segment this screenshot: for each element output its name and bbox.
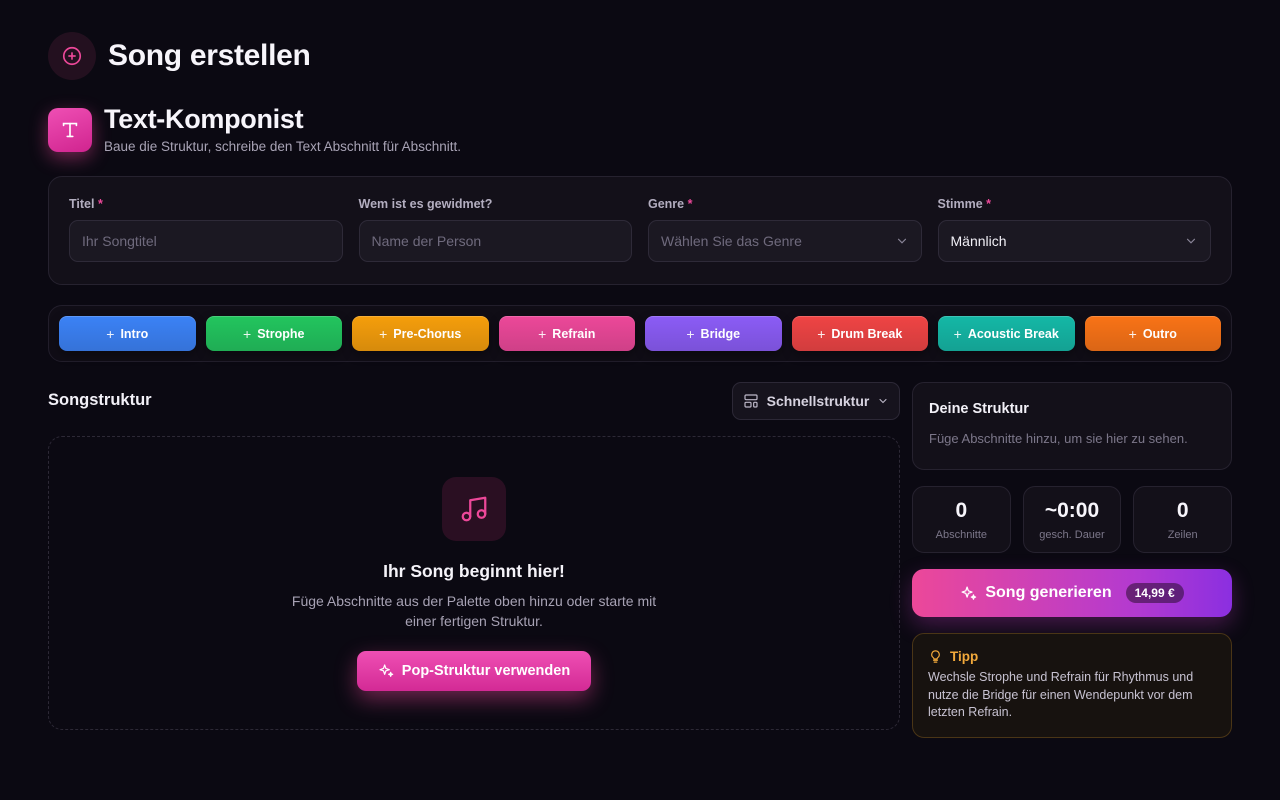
add-intro-button[interactable]: + Intro [59, 316, 196, 351]
voice-label: Stimme * [937, 197, 992, 211]
dedication-label: Wem ist es gewidmet? [358, 197, 493, 211]
use-pop-structure-button[interactable]: Pop-Struktur verwenden [357, 651, 591, 691]
add-acoustic-break-button[interactable]: + Acoustic Break [938, 316, 1075, 351]
plus-circle-icon [48, 32, 96, 80]
chevron-down-icon [1186, 238, 1196, 244]
stat-lines: 0 Zeilen [1133, 486, 1233, 553]
tip-text: Wechsle Strophe und Refrain für Rhythmus… [928, 670, 1194, 719]
quick-structure-label: Schnellstruktur [766, 393, 870, 409]
layout-template-icon [744, 394, 758, 408]
sparkles-icon [961, 585, 977, 600]
composer-subtitle: Baue die Struktur, schreibe den Text Abs… [104, 139, 461, 154]
genre-field: Genre * Wählen Sie das Genre [648, 197, 922, 264]
tip-title: Tipp [950, 649, 979, 664]
dedication-field: Wem ist es gewidmet? Name der Person [358, 197, 632, 264]
song-structure-title: Songstruktur [48, 391, 152, 409]
title-input[interactable]: Ihr Songtitel [69, 220, 343, 262]
stat-duration: ~0:00 gesch. Dauer [1022, 486, 1122, 553]
lightbulb-icon [931, 650, 940, 663]
stat-label: Abschnitte [935, 528, 988, 541]
chevron-down-icon [897, 238, 906, 244]
your-structure-panel: Deine Struktur Füge Abschnitte hinzu, um… [912, 382, 1232, 470]
quick-structure-dropdown[interactable]: Schnellstruktur [732, 382, 900, 420]
stats-row: 0 Abschnitte ~0:00 gesch. Dauer 0 Zeilen [912, 486, 1233, 553]
stat-label: gesch. Dauer [1039, 528, 1105, 541]
title-label: Titel * [69, 197, 103, 211]
generate-label: Song generieren [985, 584, 1112, 601]
composer-header: Text-Komponist Baue die Struktur, schrei… [48, 104, 461, 154]
stat-value: 0 [955, 498, 968, 522]
genre-select[interactable]: Wählen Sie das Genre [648, 220, 922, 262]
price-badge: 14,99 € [1125, 583, 1184, 603]
music-note-icon [442, 477, 506, 541]
add-strophe-button[interactable]: + Strophe [205, 316, 342, 351]
add-drum-break-button[interactable]: + Drum Break [791, 316, 928, 351]
dedication-input[interactable]: Name der Person [358, 220, 632, 262]
empty-state-title: Ihr Song beginnt hier! [383, 561, 565, 581]
page-title: Song erstellen [108, 39, 311, 72]
your-structure-title: Deine Struktur [929, 401, 1029, 417]
empty-state-text: Füge Abschnitte aus der Palette oben hin… [291, 593, 657, 629]
stat-value: 0 [1176, 498, 1189, 522]
structure-dropzone: Ihr Song beginnt hier! Füge Abschnitte a… [48, 436, 900, 730]
stat-value: ~0:00 [1044, 498, 1100, 522]
add-outro-button[interactable]: + Outro [1084, 316, 1221, 351]
song-details-form: Titel * Ihr Songtitel Wem ist es gewidme… [48, 176, 1232, 285]
sparkles-icon [379, 664, 394, 677]
add-bridge-button[interactable]: + Bridge [645, 316, 782, 351]
your-structure-hint: Füge Abschnitte hinzu, um sie hier zu se… [929, 431, 1188, 446]
title-field: Titel * Ihr Songtitel [69, 197, 343, 264]
pop-button-label: Pop-Struktur verwenden [401, 663, 571, 679]
composer-title: Text-Komponist [104, 104, 304, 134]
chevron-down-icon [879, 398, 887, 404]
text-icon [48, 108, 92, 152]
generate-song-button[interactable]: Song generieren 14,99 € [912, 569, 1232, 617]
tip-card: Tipp Wechsle Strophe und Refrain für Rhy… [912, 633, 1232, 738]
voice-select[interactable]: Männlich [937, 220, 1211, 262]
add-pre-chorus-button[interactable]: + Pre-Chorus [352, 316, 489, 351]
add-refrain-button[interactable]: + Refrain [498, 316, 635, 351]
genre-label: Genre * [648, 197, 693, 211]
page-header: Song erstellen [48, 32, 311, 80]
section-palette: + Intro + Strophe + Pre-Chorus + Refrain + Br… [48, 305, 1232, 362]
stat-label: Zeilen [1167, 528, 1198, 541]
voice-field: Stimme * Männlich [937, 197, 1211, 264]
stat-sections: 0 Abschnitte [912, 486, 1011, 553]
